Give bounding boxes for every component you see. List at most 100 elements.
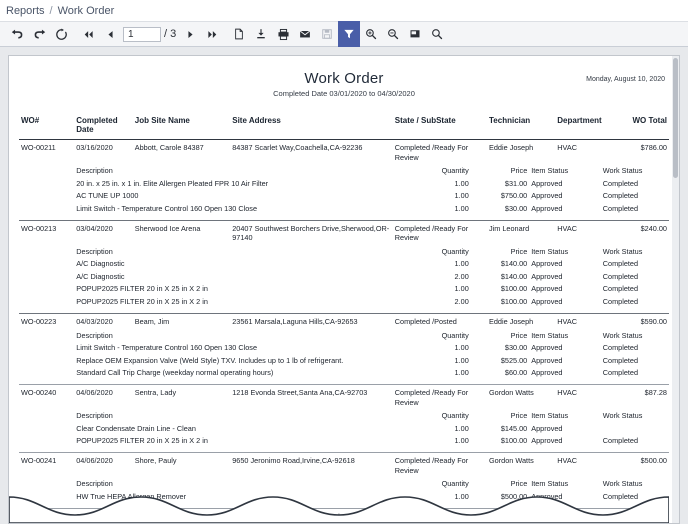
breadcrumb-parent[interactable]: Reports: [6, 5, 45, 17]
cell-completed-date: 03/16/2020: [76, 143, 113, 152]
cell-wo-number: WO-00211: [21, 143, 56, 152]
line-item-row[interactable]: Replace OEM Expansion Valve (Weld Style)…: [19, 354, 669, 366]
line-item-description: Clear Condensate Drain Line - Clean: [76, 423, 196, 433]
line-item-row[interactable]: Clear Condensate Drain Line - Clean 1.00 $…: [19, 422, 669, 434]
table-row[interactable]: WO-00241 04/06/2020 Shore, Pauly 9650 Jeron…: [19, 453, 669, 478]
line-items-column-item-status: Item Status: [531, 479, 569, 489]
line-items-column-item-status: Item Status: [531, 411, 569, 421]
table-row[interactable]: WO-00223 04/03/2020 Beam, Jim 23561 Marsala…: [19, 313, 669, 328]
line-item-row[interactable]: Limit Switch - Temperature Control 160 O…: [19, 202, 669, 214]
line-items-spacer: [19, 329, 74, 342]
line-items-header-row: Description Quantity Price Item Status Work …: [19, 245, 669, 258]
line-item-work-status: Completed: [602, 271, 639, 281]
line-item-description: Standard Call Trip Charge (weekday norma…: [76, 367, 274, 377]
page-number-input[interactable]: 1: [123, 26, 161, 42]
line-item-row[interactable]: A/C Diagnostic 2.00 $140.00 Approved Complet…: [19, 270, 669, 282]
next-page-icon[interactable]: [179, 23, 201, 45]
table-row[interactable]: WO-00243 04/15/2020 Rogue, Dude 426 13th St…: [19, 508, 669, 523]
email-icon[interactable]: [294, 23, 316, 45]
search-icon[interactable]: [426, 23, 448, 45]
line-item-work-status: Completed: [602, 259, 639, 269]
line-item-spacer: [19, 422, 74, 434]
line-item-row[interactable]: 20 in. x 25 in. x 1 in. Elite Allergen P…: [19, 177, 669, 189]
line-items-column-work-status: Work Status: [602, 330, 643, 340]
line-items-header-row: Description Quantity Price Item Status Work …: [19, 409, 669, 422]
line-item-row[interactable]: POPUP2025 FILTER 20 in X 25 in X 2 in 1.0…: [19, 435, 669, 447]
filter-icon[interactable]: [338, 21, 361, 47]
column-header-state-substate: State / SubState: [394, 116, 456, 125]
cell-wo-number: WO-00213: [21, 223, 57, 233]
line-item-item-status: Approved: [531, 284, 563, 294]
report-page: Work Order Completed Date 03/01/2020 to …: [8, 55, 680, 524]
line-item-spacer: [19, 258, 74, 270]
line-item-work-status: Completed: [602, 436, 639, 446]
line-item-spacer: [19, 283, 74, 295]
cell-technician: Eddie Joseph: [489, 143, 534, 152]
line-item-price: $750.00: [500, 191, 528, 201]
zoom-in-icon[interactable]: [360, 23, 382, 45]
redo-icon[interactable]: [28, 23, 50, 45]
line-items-table: Description Quantity Price Item Status Work …: [19, 477, 669, 502]
line-item-row[interactable]: POPUP2025 FILTER 20 in X 25 in X 2 in 1.0…: [19, 283, 669, 295]
line-item-quantity: 1.00: [454, 191, 469, 201]
detail-row: Description Quantity Price Item Status Work …: [19, 409, 669, 450]
line-item-row[interactable]: A/C Diagnostic 1.00 $140.00 Approved Complet…: [19, 258, 669, 270]
line-item-spacer: [19, 177, 74, 189]
line-items-column-price: Price: [510, 411, 528, 421]
table-header-row: WO# Completed Date Job Site Name Site Ad…: [19, 116, 669, 139]
line-item-item-status: Approved: [531, 259, 563, 269]
line-items-column-item-status: Item Status: [531, 166, 569, 176]
new-document-icon[interactable]: [228, 23, 250, 45]
cell-job-site-name: Sherwood Ice Arena: [134, 223, 201, 233]
line-item-price: $140.00: [500, 271, 528, 281]
line-items-column-quantity: Quantity: [441, 411, 469, 421]
vertical-scrollbar[interactable]: [672, 56, 679, 523]
detail-container: Description Quantity Price Item Status Work …: [19, 329, 669, 382]
line-item-item-status: Approved: [531, 423, 563, 433]
previous-page-icon[interactable]: [99, 23, 121, 45]
line-item-row[interactable]: POPUP2025 FILTER 20 in X 25 in X 2 in 2.0…: [19, 295, 669, 307]
line-item-price: $100.00: [500, 436, 528, 446]
cell-site-address: 20407 Southwest Borchers Drive,Sherwood,…: [232, 223, 390, 243]
breadcrumb: Reports / Work Order: [0, 0, 688, 21]
undo-icon[interactable]: [6, 23, 28, 45]
line-item-row[interactable]: Limit Switch - Temperature Control 160 O…: [19, 342, 669, 354]
line-item-description: POPUP2025 FILTER 20 in X 25 in X 2 in: [76, 296, 208, 306]
breadcrumb-current: Work Order: [57, 4, 115, 17]
line-item-row[interactable]: Standard Call Trip Charge (weekday norma…: [19, 366, 669, 378]
line-item-work-status: Completed: [602, 296, 639, 306]
first-page-icon[interactable]: [77, 23, 99, 45]
detail-row: Description Quantity Price Item Status Work …: [19, 245, 669, 311]
line-item-work-status: Completed: [602, 284, 639, 294]
detail-row: Description Quantity Price Item Status Work …: [19, 164, 669, 217]
print-icon[interactable]: [272, 23, 294, 45]
scrollbar-thumb[interactable]: [673, 58, 678, 178]
save-icon[interactable]: [316, 23, 338, 45]
cell-site-address: 9650 Jeronimo Road,Irvine,CA-92618: [232, 456, 355, 466]
line-item-row[interactable]: HW True HEPA Allergen Remover 1.00 $500.00…: [19, 490, 669, 502]
refresh-icon[interactable]: [50, 23, 72, 45]
line-item-description: Replace OEM Expansion Valve (Weld Style)…: [76, 355, 344, 365]
line-item-quantity: 1.00: [454, 423, 469, 433]
line-item-quantity: 1.00: [454, 436, 469, 446]
line-item-row[interactable]: AC TUNE UP 1000 1.00 $750.00 Approved Comple…: [19, 190, 669, 202]
line-items-column-work-status: Work Status: [602, 411, 643, 421]
column-header-job-site-name: Job Site Name: [134, 116, 190, 125]
table-row[interactable]: WO-00211 03/16/2020 Abbott, Carole 84387 84…: [19, 140, 669, 165]
table-row[interactable]: WO-00213 03/04/2020 Sherwood Ice Arena 2040…: [19, 220, 669, 245]
line-item-price: $30.00: [504, 203, 528, 213]
last-page-icon[interactable]: [201, 23, 223, 45]
line-item-item-status: Approved: [531, 436, 563, 446]
line-items-table: Description Quantity Price Item Status Work …: [19, 164, 669, 214]
zoom-out-icon[interactable]: [382, 23, 404, 45]
cell-job-site-name: Shore, Pauly: [134, 456, 177, 466]
table-row[interactable]: WO-00240 04/06/2020 Sentra, Lady 1218 Evond…: [19, 384, 669, 409]
export-icon[interactable]: [250, 23, 272, 45]
line-item-item-status: Approved: [531, 271, 563, 281]
fit-page-icon[interactable]: [404, 23, 426, 45]
line-item-spacer: [19, 435, 74, 447]
line-item-spacer: [19, 270, 74, 282]
cell-state-substate: Completed /Ready For Review: [394, 456, 469, 475]
line-items-spacer: [19, 477, 74, 490]
line-item-spacer: [19, 342, 74, 354]
